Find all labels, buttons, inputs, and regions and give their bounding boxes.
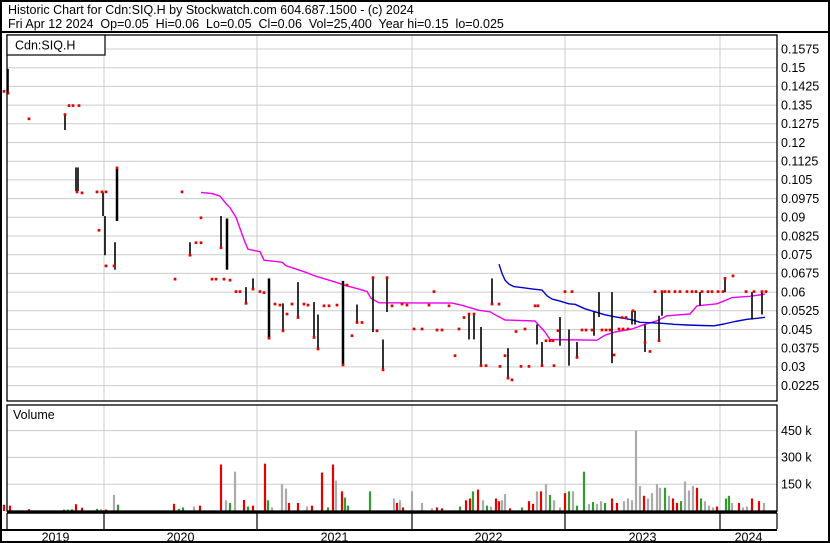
header-line-2: Fri Apr 12 2024 Op=0.05 Hi=0.06 Lo=0.05 … — [8, 17, 504, 31]
chart-svg: 0.1575 0.15 0.1425 0.135 0.1275 0.12 0.1125 0.1… — [2, 34, 819, 543]
price-tick-label: 0.12 — [781, 136, 805, 150]
year-label: 2021 — [321, 531, 349, 543]
year-label: 2022 — [475, 531, 503, 543]
panel-borders — [2, 34, 778, 531]
symbol-label: Cdn:SIQ.H — [15, 39, 75, 53]
price-tick-label: 0.045 — [781, 323, 812, 337]
price-tick-label: 0.03 — [781, 360, 805, 374]
price-tick-label: 0.1425 — [781, 80, 819, 94]
price-tick-label: 0.0975 — [781, 192, 819, 206]
price-tick-label: 0.1275 — [781, 117, 819, 131]
price-tick-label: 0.135 — [781, 98, 812, 112]
price-tick-label: 0.0375 — [781, 342, 819, 356]
price-tick-label: 0.0525 — [781, 304, 819, 318]
price-tick-label: 0.09 — [781, 211, 805, 225]
gridlines — [7, 35, 777, 511]
year-label: 2020 — [167, 531, 195, 543]
price-bars — [7, 68, 763, 379]
volume-bars — [2, 430, 766, 511]
chart-header: Historic Chart for Cdn:SIQ.H by Stockwat… — [8, 3, 826, 31]
price-tick-label: 0.1575 — [781, 42, 819, 56]
year-label: 2024 — [735, 531, 763, 543]
price-tick-label: 0.15 — [781, 61, 805, 75]
year-label: 2023 — [629, 531, 657, 543]
volume-tick-label: 450 k — [781, 424, 812, 438]
price-tick-label: 0.0225 — [781, 379, 819, 393]
header-line-1: Historic Chart for Cdn:SIQ.H by Stockwat… — [8, 3, 414, 17]
price-tick-label: 0.105 — [781, 173, 812, 187]
price-tick-label: 0.0825 — [781, 229, 819, 243]
price-tick-label: 0.0675 — [781, 267, 819, 281]
volume-tick-label: 300 k — [781, 451, 812, 465]
moving-average-lines — [200, 191, 766, 341]
price-tick-label: 0.1125 — [781, 155, 818, 169]
year-label: 2019 — [42, 531, 70, 543]
stockwatch-chart-window: Historic Chart for Cdn:SIQ.H by Stockwat… — [0, 0, 830, 543]
price-tick-label: 0.075 — [781, 248, 812, 262]
price-tick-label: 0.06 — [781, 285, 805, 299]
volume-tick-label: 150 k — [781, 477, 812, 491]
volume-label: Volume — [13, 408, 55, 422]
